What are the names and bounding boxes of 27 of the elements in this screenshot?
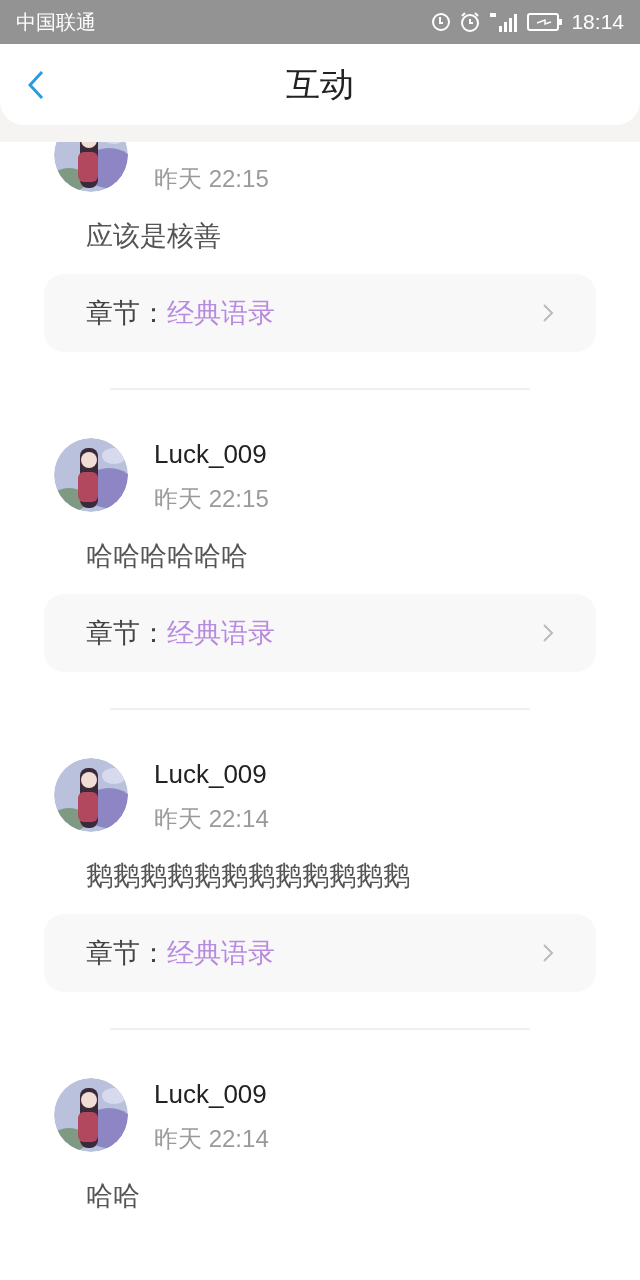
user-name: Luck_009 (154, 758, 268, 790)
clock-time: 18:14 (571, 9, 624, 36)
battery-icon (527, 13, 564, 31)
user-name: Luck_009 (154, 438, 268, 470)
carrier-name: 中国联通 (16, 10, 96, 35)
comment-text: 应该是核善 (85, 220, 222, 253)
comment-text: 哈哈 (85, 1180, 141, 1213)
comment-time: 昨天 22:14 (154, 804, 269, 834)
chevron-right-icon (542, 303, 554, 323)
signal-icon (489, 12, 520, 32)
chapter-label: 章节： (86, 296, 167, 330)
chapter-label: 章节： (86, 936, 167, 970)
back-icon (28, 70, 44, 100)
alarm-icon (459, 11, 482, 33)
chevron-right-icon (542, 623, 554, 643)
comment-text: 哈哈哈哈哈哈 (85, 540, 249, 573)
chapter-label: 章节： (86, 616, 167, 650)
chapter-card[interactable]: 章节：经典语录 (44, 594, 596, 672)
chevron-right-icon (542, 943, 554, 963)
user-name: Luck_009 (154, 1078, 268, 1110)
page-title: 互动 (286, 64, 354, 105)
comment-time: 昨天 22:15 (154, 164, 269, 194)
comment-text: 鹅鹅鹅鹅鹅鹅鹅鹅鹅鹅鹅鹅 (85, 860, 411, 893)
chapter-card[interactable]: 章节：经典语录 (44, 914, 596, 992)
chapter-card[interactable]: 章节：经典语录 (44, 274, 596, 352)
comment-time: 昨天 22:15 (154, 484, 269, 514)
comment-time: 昨天 22:14 (154, 1124, 269, 1154)
